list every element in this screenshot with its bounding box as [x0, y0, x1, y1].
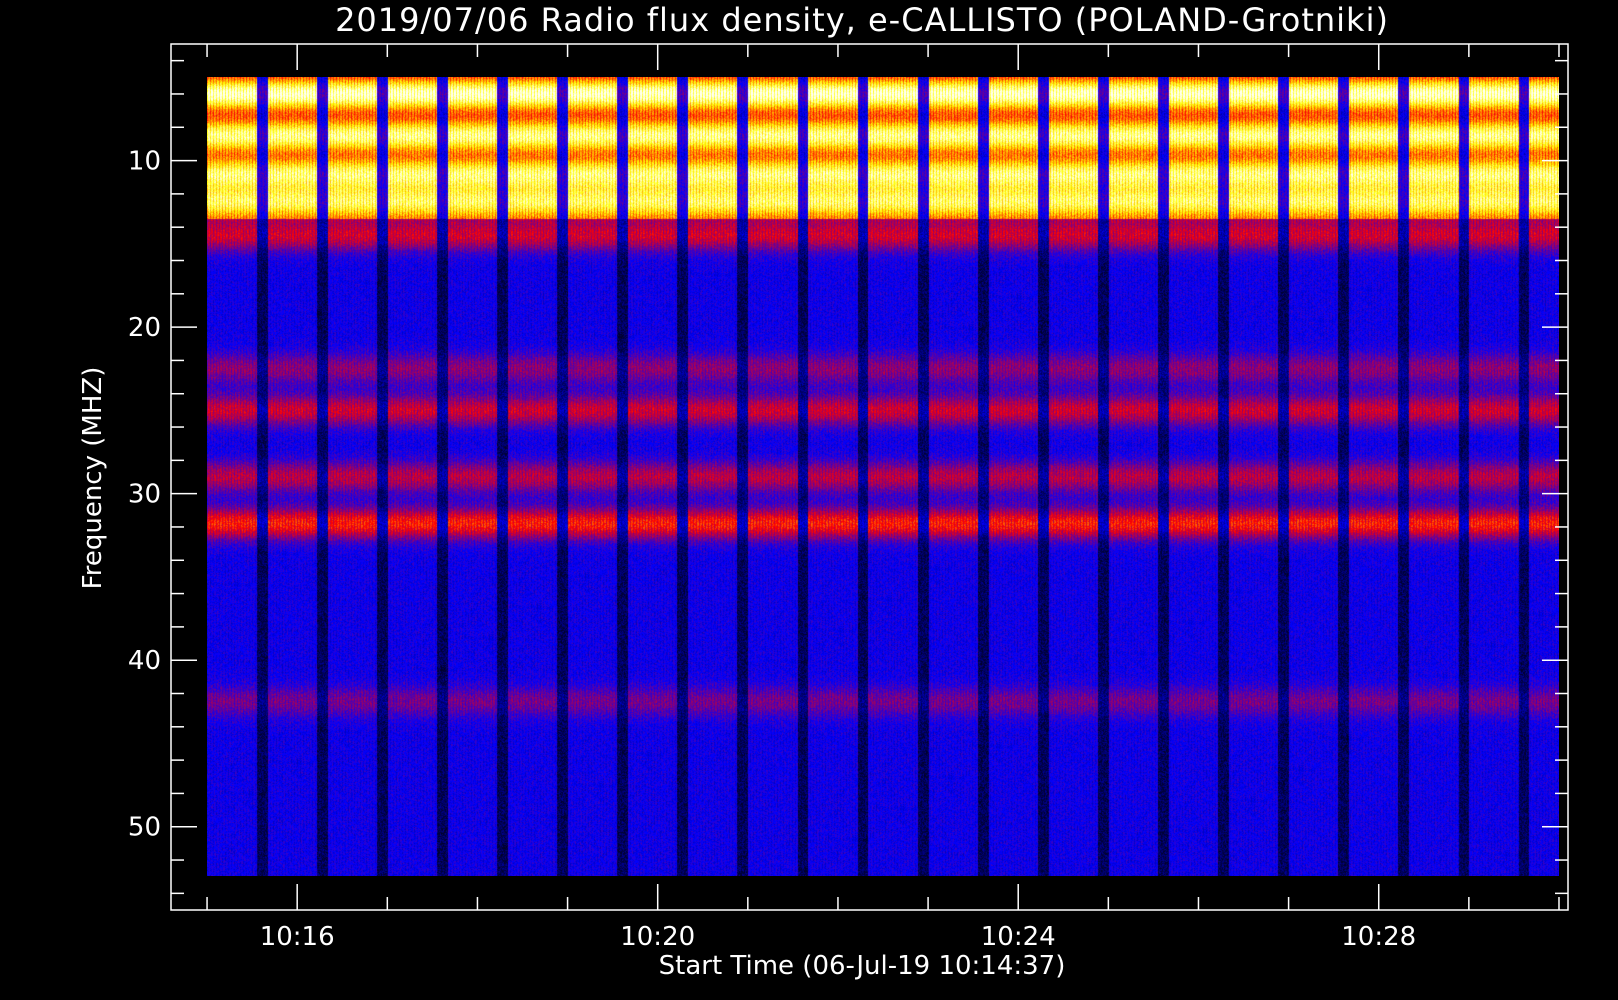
y-tick-label: 10 — [128, 147, 161, 177]
x-tick-label: 10:28 — [1341, 922, 1416, 952]
spectrogram-figure: 2019/07/06 Radio flux density, e-CALLIST… — [0, 0, 1618, 1000]
spectrogram-heatmap — [207, 77, 1560, 877]
x-tick-label: 10:16 — [260, 922, 335, 952]
chart-title: 2019/07/06 Radio flux density, e-CALLIST… — [335, 1, 1389, 39]
heatmap-raster — [207, 77, 1560, 877]
heatmap-canvas — [207, 77, 1560, 877]
x-tick-label: 10:20 — [620, 922, 695, 952]
x-tick-label: 10:24 — [981, 922, 1056, 952]
x-axis-label: Start Time (06-Jul-19 10:14:37) — [659, 951, 1066, 981]
y-tick-label: 40 — [128, 646, 161, 676]
y-tick-label: 30 — [128, 480, 161, 510]
y-tick-label: 20 — [128, 313, 161, 343]
y-axis-label: Frequency (MHZ) — [78, 367, 108, 590]
y-tick-label: 50 — [128, 813, 161, 843]
